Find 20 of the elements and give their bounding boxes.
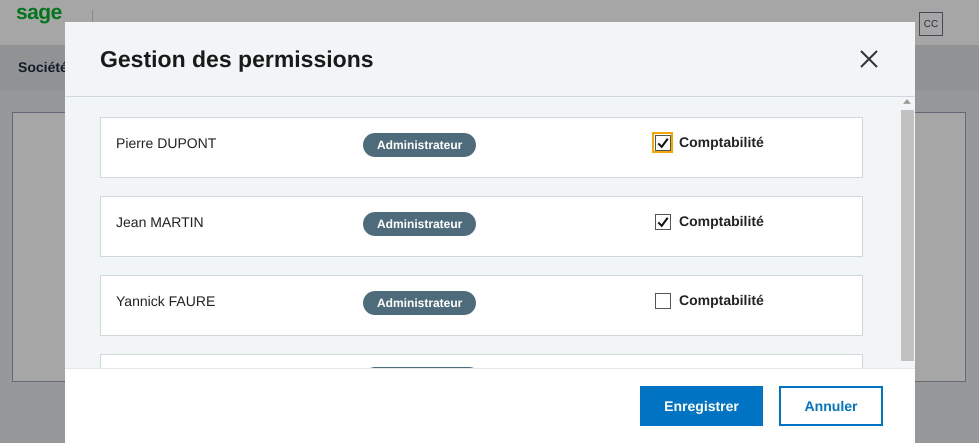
- role-badge: Administrateur: [363, 291, 476, 315]
- nav-tab[interactable]: Société: [18, 57, 68, 78]
- role-badge: Administrateur: [363, 212, 476, 236]
- save-button[interactable]: Enregistrer: [640, 386, 763, 426]
- checkbox[interactable]: [654, 292, 670, 308]
- user-name: Jean MARTIN: [116, 213, 204, 232]
- scrollbar[interactable]: [900, 99, 914, 361]
- permission-label: Comptabilité: [679, 133, 764, 152]
- scroll-up-icon[interactable]: [903, 99, 911, 104]
- permission-label: Comptabilité: [679, 212, 764, 231]
- dialog-title: Gestion des permissions: [100, 44, 374, 74]
- cancel-button[interactable]: Annuler: [779, 386, 883, 426]
- logo: sage: [16, 2, 62, 23]
- close-icon[interactable]: [859, 49, 879, 69]
- checkbox[interactable]: [654, 214, 670, 230]
- user-name: Yannick FAURE: [116, 292, 216, 311]
- permission-label: Comptabilité: [679, 291, 764, 310]
- role-badge: Administrateur: [363, 133, 476, 157]
- avatar[interactable]: CC: [919, 12, 943, 36]
- user-name: Pierre DUPONT: [116, 134, 216, 153]
